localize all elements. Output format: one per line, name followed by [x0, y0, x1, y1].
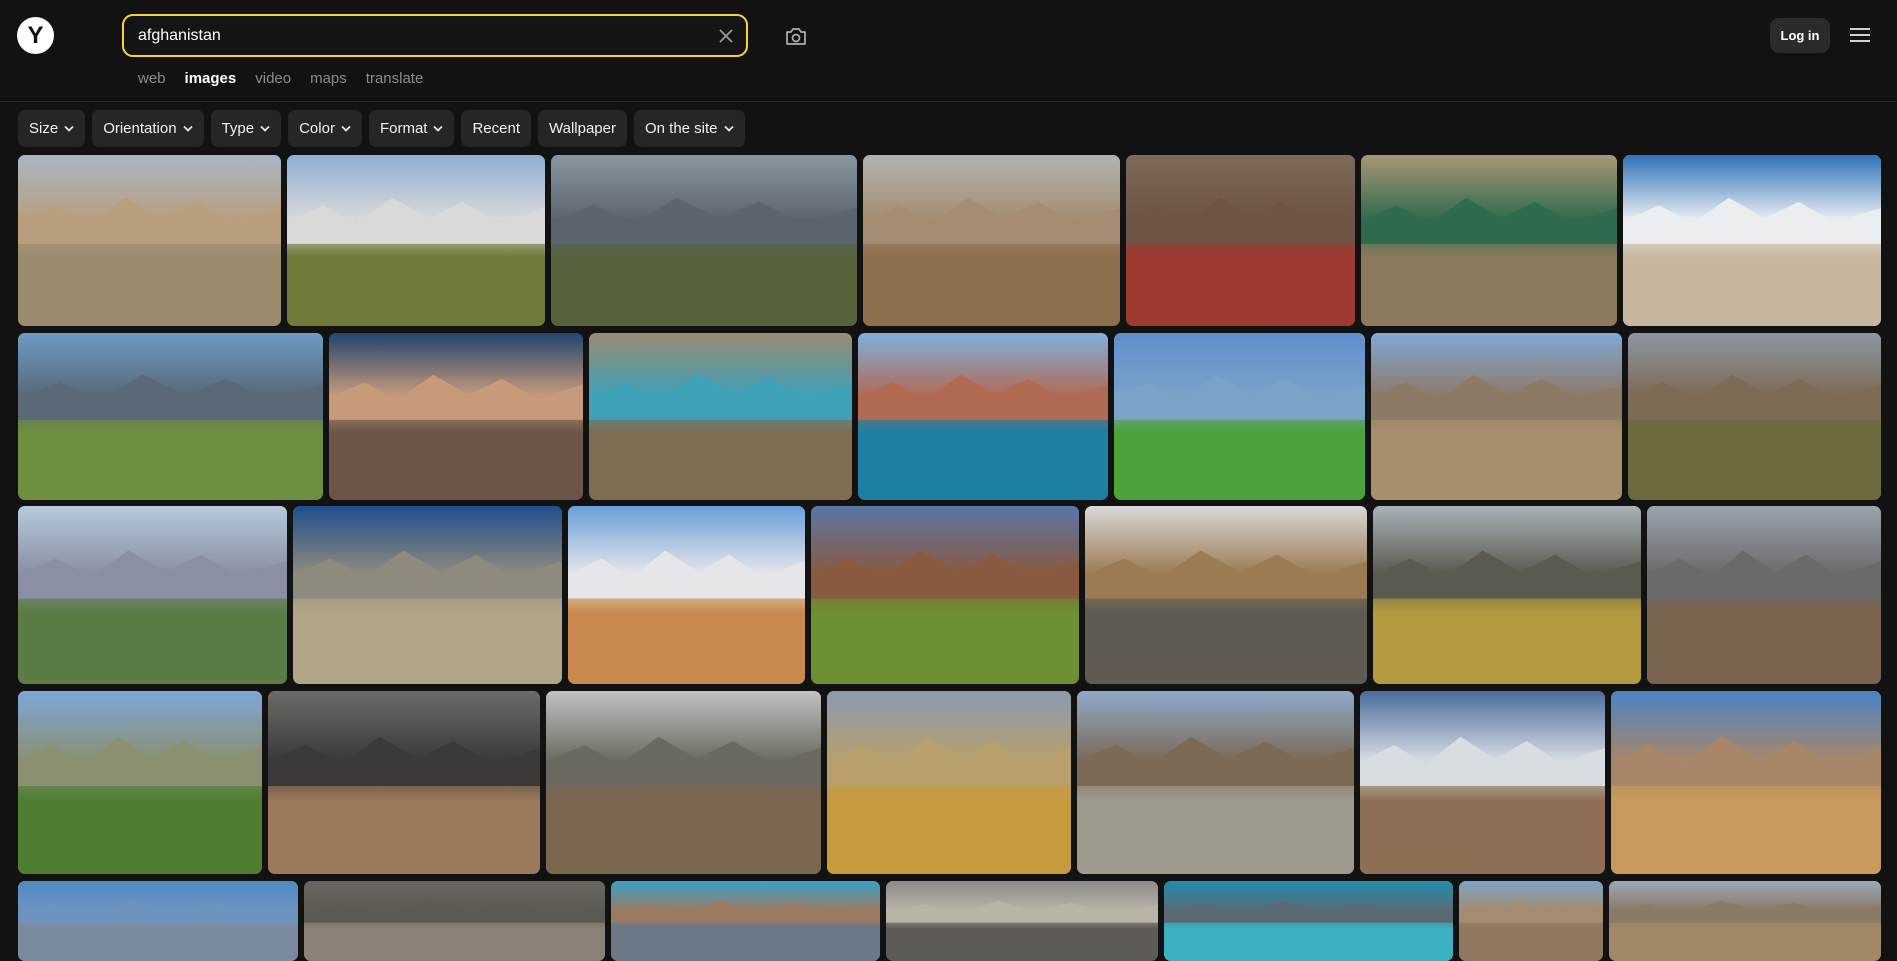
chevron-down-icon [723, 125, 734, 132]
filter-label: Color [299, 120, 335, 137]
image-result-snowy-cliffs[interactable] [1360, 691, 1605, 874]
image-result-rock-face[interactable] [304, 881, 605, 961]
image-result-river-valley[interactable] [18, 506, 287, 684]
hamburger-icon [1850, 28, 1870, 42]
image-result-valley-mountains[interactable] [1628, 333, 1881, 500]
image-result-children-group[interactable] [1126, 155, 1355, 326]
tab-video[interactable]: video [255, 70, 291, 87]
image-result-turquoise-lake[interactable] [1164, 881, 1453, 961]
image-result-market-street[interactable] [1085, 506, 1367, 684]
chevron-down-icon [260, 125, 270, 132]
filter-format[interactable]: Format [368, 110, 455, 147]
tab-maps[interactable]: maps [310, 70, 347, 87]
image-result-stone-village[interactable] [546, 691, 821, 874]
image-result-blue-mosque[interactable] [589, 333, 852, 500]
image-result-farmer-portrait[interactable] [1373, 506, 1641, 684]
image-result-fields-path[interactable] [811, 506, 1079, 684]
chevron-down-icon [433, 125, 444, 132]
image-result-cliff-lake[interactable] [611, 881, 880, 961]
image-result-valley-road[interactable] [18, 333, 323, 500]
image-result-hillside-houses[interactable] [863, 155, 1120, 326]
chevron-down-icon [341, 125, 351, 132]
image-result-lake-canyon[interactable] [1647, 506, 1881, 684]
search-box [122, 14, 748, 57]
image-result-classroom[interactable] [1361, 155, 1617, 326]
filter-label: Size [29, 120, 59, 137]
menu-button[interactable] [1848, 23, 1872, 47]
image-result-city-aerial[interactable] [551, 155, 857, 326]
image-result-desert-ridges[interactable] [268, 691, 540, 874]
chevron-down-icon [64, 125, 74, 132]
filter-label: Orientation [103, 120, 177, 137]
clear-search-button[interactable] [706, 16, 746, 55]
filter-label: Type [221, 120, 255, 137]
filter-on-the-site[interactable]: On the site [633, 110, 745, 147]
image-result-gorge[interactable] [1459, 881, 1603, 961]
filter-bar: Size Orientation Type Color Format Recen… [18, 110, 745, 147]
image-result-snowy-peak[interactable] [1623, 155, 1881, 326]
filter-label: Recent [472, 120, 520, 137]
filter-orientation[interactable]: Orientation [92, 110, 204, 147]
image-result-mosque-night[interactable] [329, 333, 583, 500]
image-result-men-donkey[interactable] [1371, 333, 1622, 500]
image-result-green-hills[interactable] [1114, 333, 1365, 500]
logo-letter: Y [27, 21, 44, 49]
image-search-button[interactable] [782, 23, 810, 49]
image-result-orange-cliffs[interactable] [568, 506, 805, 684]
filter-color[interactable]: Color [288, 110, 362, 147]
image-result-plain-mountains[interactable] [1609, 881, 1881, 961]
login-button[interactable]: Log in [1770, 18, 1830, 53]
filter-label: Wallpaper [549, 120, 616, 137]
image-result-soldiers[interactable] [1077, 691, 1354, 874]
close-icon [719, 28, 733, 43]
image-result-rocky-slope[interactable] [293, 506, 562, 684]
filter-label: Format [379, 120, 428, 137]
image-result-golden-hills[interactable] [827, 691, 1071, 874]
yandex-logo[interactable]: Y [17, 17, 54, 54]
image-result-blue-lake[interactable] [858, 333, 1108, 500]
image-result-cliffs-valley[interactable] [18, 155, 281, 326]
filter-wallpaper[interactable]: Wallpaper [538, 110, 627, 147]
filter-size[interactable]: Size [18, 110, 86, 147]
filter-type[interactable]: Type [210, 110, 282, 147]
tab-images[interactable]: images [185, 70, 237, 87]
image-result-green-valley[interactable] [18, 691, 262, 874]
camera-icon [786, 28, 806, 45]
chevron-down-icon [182, 125, 193, 132]
search-input[interactable] [124, 15, 706, 56]
tab-web[interactable]: web [138, 70, 166, 87]
image-result-children-sitting[interactable] [1611, 691, 1881, 874]
tab-translate[interactable]: translate [366, 70, 424, 87]
login-label: Log in [1780, 28, 1820, 43]
image-result-blue-sky-ridge[interactable] [18, 881, 298, 961]
image-result-mountain-village[interactable] [287, 155, 545, 326]
filter-label: On the site [644, 120, 718, 137]
header-divider [0, 101, 1897, 102]
search-tabs: web images video maps translate [138, 70, 442, 87]
filter-recent[interactable]: Recent [461, 110, 531, 147]
image-result-town-hillside[interactable] [886, 881, 1158, 961]
